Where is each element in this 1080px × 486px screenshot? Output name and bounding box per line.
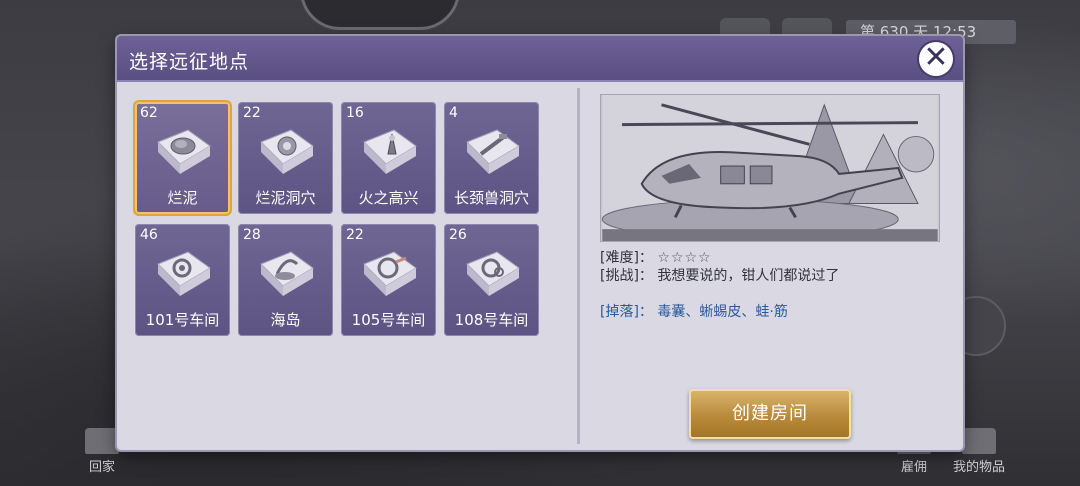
map-scroll-icon <box>260 129 314 174</box>
map-scroll-icon <box>466 129 520 174</box>
expedition-dialog: 选择远征地点 ✕ 62 烂泥 22 烂泥洞穴 16 火之高兴 4 长颈兽洞穴 4… <box>117 36 963 450</box>
map-scroll-icon <box>157 251 211 296</box>
location-count: 22 <box>243 105 261 121</box>
challenge-label: [挑战]： <box>600 268 653 284</box>
home-label: 回家 <box>88 460 115 475</box>
location-count: 26 <box>449 227 467 243</box>
map-scroll-icon <box>363 129 417 174</box>
location-name: 烂泥 <box>167 189 198 207</box>
location-name: 105号车间 <box>351 311 426 329</box>
location-card-workshop-105[interactable]: 22 105号车间 <box>341 224 436 336</box>
location-name: 火之高兴 <box>358 189 419 207</box>
create-room-button[interactable]: 创建房间 <box>689 389 851 439</box>
map-scroll-icon <box>260 251 314 296</box>
dialog-header: 选择远征地点 ✕ <box>117 36 963 82</box>
hire-label: 雇佣 <box>900 460 927 475</box>
location-count: 28 <box>243 227 261 243</box>
location-card-lannie-cave[interactable]: 22 烂泥洞穴 <box>238 102 333 214</box>
difficulty-row: [难度]： ☆☆☆☆ <box>600 247 712 267</box>
drops-label: [掉落]： <box>600 304 653 320</box>
location-name: 101号车间 <box>145 311 220 329</box>
location-card-workshop-108[interactable]: 26 108号车间 <box>444 224 539 336</box>
close-button[interactable]: ✕ <box>919 42 953 76</box>
location-card-lannie[interactable]: 62 烂泥 <box>135 102 230 214</box>
my-items-label: 我的物品 <box>952 460 1005 475</box>
location-preview-image <box>600 94 940 242</box>
chest-icon <box>962 428 996 454</box>
challenge-row: [挑战]： 我想要说的，钳人们都说过了 <box>600 265 839 285</box>
location-count: 46 <box>140 227 158 243</box>
map-scroll-icon <box>466 251 520 296</box>
difficulty-stars: ☆☆☆☆ <box>657 250 712 266</box>
background-gauge <box>300 0 460 30</box>
map-scroll-icon <box>363 251 417 296</box>
location-grid: 62 烂泥 22 烂泥洞穴 16 火之高兴 4 长颈兽洞穴 46 101号车间 … <box>135 102 539 336</box>
location-card-workshop-101[interactable]: 46 101号车间 <box>135 224 230 336</box>
location-count: 4 <box>449 105 458 121</box>
dialog-title: 选择远征地点 <box>129 51 250 73</box>
location-count: 22 <box>346 227 364 243</box>
drops-text: 毒囊、蜥蜴皮、蛙·筋 <box>657 304 788 320</box>
location-name: 108号车间 <box>454 311 529 329</box>
location-name: 海岛 <box>270 311 301 329</box>
location-name: 烂泥洞穴 <box>255 189 316 207</box>
drops-row: [掉落]： 毒囊、蜥蜴皮、蛙·筋 <box>600 301 788 321</box>
location-count: 16 <box>346 105 364 121</box>
location-count: 62 <box>140 105 158 121</box>
location-card-giraffe-cave[interactable]: 4 长颈兽洞穴 <box>444 102 539 214</box>
map-scroll-icon <box>157 129 211 174</box>
location-name: 长颈兽洞穴 <box>453 189 529 207</box>
challenge-text: 我想要说的，钳人们都说过了 <box>657 268 840 284</box>
panel-divider <box>577 88 580 444</box>
house-icon <box>85 428 119 454</box>
difficulty-label: [难度]： <box>600 250 653 266</box>
location-card-island[interactable]: 28 海岛 <box>238 224 333 336</box>
location-card-fire-happy[interactable]: 16 火之高兴 <box>341 102 436 214</box>
